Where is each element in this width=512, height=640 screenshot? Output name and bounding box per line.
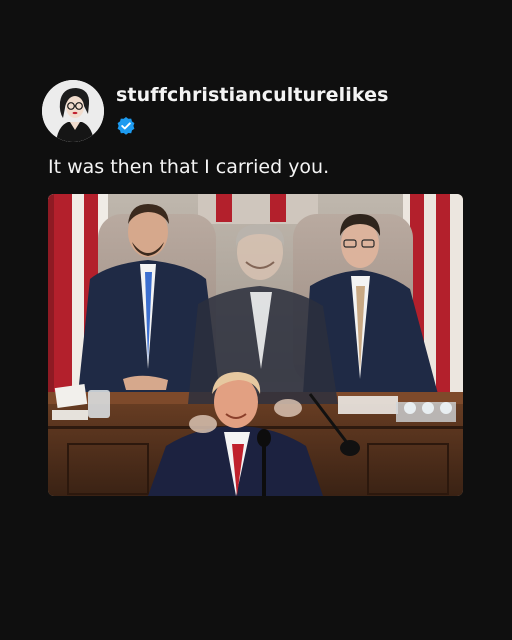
username[interactable]: stuffchristianculturelikes	[116, 84, 389, 106]
glasses-tray	[396, 402, 456, 422]
verified-badge-icon	[116, 116, 136, 136]
avatar[interactable]	[42, 80, 104, 142]
post-caption: It was then that I carried you.	[48, 156, 330, 178]
post-header: stuffchristianculturelikes	[42, 80, 482, 142]
photo-scene	[48, 194, 463, 496]
post-image[interactable]	[48, 194, 463, 496]
avatar-illustration	[42, 80, 104, 142]
